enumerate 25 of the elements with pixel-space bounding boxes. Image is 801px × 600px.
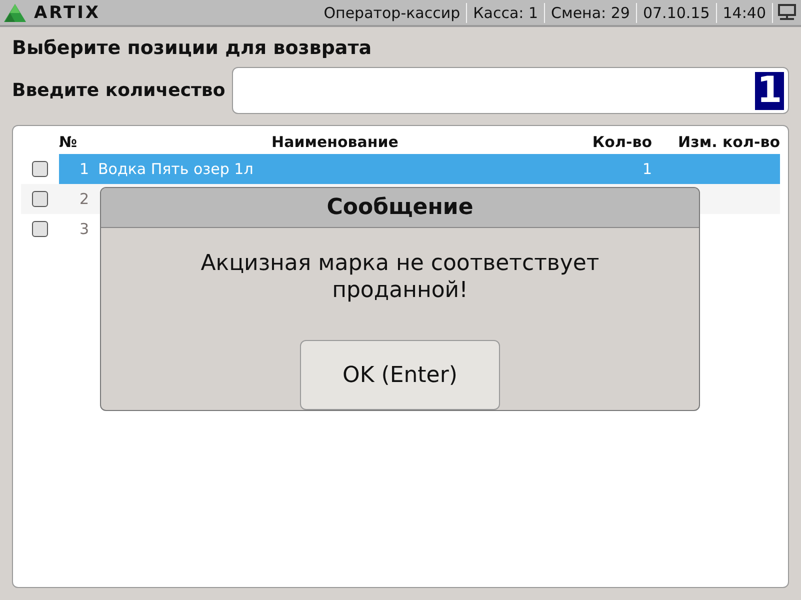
row-checkbox[interactable]: [32, 191, 48, 207]
status-item: 07.10.15: [636, 2, 717, 22]
row-checkbox[interactable]: [32, 221, 48, 237]
column-header: №: [59, 133, 78, 151]
logo-text: ARTIX: [34, 2, 101, 22]
page-heading: Выберите позиции для возврата: [12, 37, 373, 59]
network-icon: [777, 4, 797, 22]
row-checkbox[interactable]: [32, 161, 48, 177]
status-item: Оператор-кассир: [318, 2, 468, 22]
product-name: Водка Пять озер 1л: [98, 160, 254, 178]
quantity-label: Введите количество: [12, 80, 226, 101]
logo-icon: [4, 4, 26, 22]
dialog-title: Сообщение: [101, 188, 699, 228]
status-item: 14:40: [716, 2, 773, 22]
status-item: Смена: 29: [545, 2, 637, 22]
column-header: Кол-во: [591, 133, 653, 151]
column-header: Наименование: [270, 133, 400, 151]
quantity-field[interactable]: 1: [232, 67, 789, 114]
column-header: Изм. кол-во: [677, 133, 780, 151]
status-item: Касса: 1: [467, 2, 546, 22]
row-quantity: 1: [642, 160, 652, 178]
row-number: 3: [78, 220, 89, 238]
row-number: 1: [78, 160, 89, 178]
ok-button[interactable]: OK (Enter): [300, 340, 500, 410]
dialog-message: Акцизная марка не соответствует проданной!: [200, 250, 600, 304]
